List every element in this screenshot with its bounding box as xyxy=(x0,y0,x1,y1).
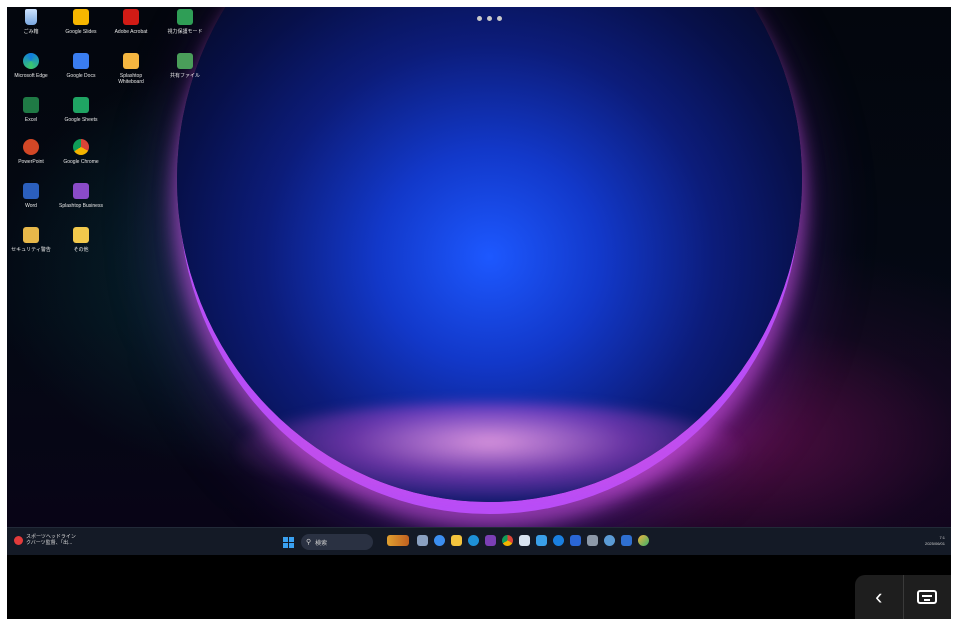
outlook-icon[interactable] xyxy=(621,535,632,546)
desktop-icon-recycle-bin[interactable]: ごみ箱 xyxy=(9,9,53,35)
desktop-icon-label: その他 xyxy=(73,247,89,253)
remote-control-bar: ‹ xyxy=(7,555,951,619)
desktop-icon-shared-file[interactable]: 共有ファイル xyxy=(163,53,207,79)
desktop-icon-google-slides[interactable]: Google Slides xyxy=(59,9,103,35)
desktop-icon-label: Google Sheets xyxy=(64,117,98,123)
clock-date: 2025/06/01 xyxy=(924,541,945,546)
desktop-icon-label: ごみ箱 xyxy=(23,29,39,35)
desktop-icon-word[interactable]: Word xyxy=(9,183,53,209)
desktop-wallpaper: ごみ箱 Google Slides Adobe Acrobat 視力保護モード … xyxy=(7,7,951,527)
desktop-icon-microsoft-edge[interactable]: Microsoft Edge xyxy=(9,53,53,79)
edge-icon[interactable] xyxy=(468,535,479,546)
taskview-icon[interactable] xyxy=(417,535,428,546)
chevron-left-icon: ‹ xyxy=(875,584,883,609)
desktop-icon-adobe-acrobat[interactable]: Adobe Acrobat xyxy=(109,9,153,35)
search-icon: ⚲ xyxy=(306,539,312,546)
adobe-acrobat-icon xyxy=(123,9,139,25)
more-options-icon[interactable] xyxy=(477,16,502,21)
app-icon[interactable] xyxy=(553,535,564,546)
powerpoint-icon xyxy=(23,139,39,155)
shared-file-icon xyxy=(177,53,193,69)
desktop-icon-powerpoint[interactable]: PowerPoint xyxy=(9,139,53,165)
taskbar-search[interactable]: ⚲ 検索 xyxy=(301,534,373,550)
desktop-icon-label: Microsoft Edge xyxy=(14,73,48,79)
widgets-icon[interactable] xyxy=(387,535,409,546)
desktop-icon-splashtop-business[interactable]: Splashtop Business xyxy=(59,183,103,209)
chrome-icon[interactable] xyxy=(502,535,513,546)
desktop-icon-label: Excel xyxy=(24,117,38,123)
desktop-icon-label: PowerPoint xyxy=(18,159,44,165)
desktop-icon-label: Google Chrome xyxy=(63,159,99,165)
desktop-icon-google-docs[interactable]: Google Docs xyxy=(59,53,103,79)
start-button[interactable] xyxy=(283,537,294,548)
vision-mode-icon xyxy=(177,9,193,25)
desktop-icon-misc-folder[interactable]: その他 xyxy=(59,227,103,253)
folder-icon xyxy=(23,227,39,243)
onenote-icon[interactable] xyxy=(485,535,496,546)
desktop-icon-label: Splashtop Whiteboard xyxy=(118,73,144,85)
google-sheets-icon xyxy=(73,97,89,113)
edge-dev-icon[interactable] xyxy=(536,535,547,546)
word-icon xyxy=(23,183,39,199)
desktop-icon-label: Splashtop Business xyxy=(59,203,103,209)
news-subline: クバーツ監督、「出... xyxy=(26,540,73,546)
desktop-icon-vision-mode[interactable]: 視力保護モード xyxy=(163,9,207,35)
keyboard-button[interactable] xyxy=(904,575,952,619)
desktop-icon-label: Google Docs xyxy=(66,73,96,79)
news-icon xyxy=(14,535,23,545)
todo-icon[interactable] xyxy=(570,535,581,546)
copilot-icon[interactable] xyxy=(434,535,445,546)
desktop-icon-label: 共有ファイル xyxy=(169,73,200,79)
excel-icon xyxy=(23,97,39,113)
desktop-icon-label: Google Slides xyxy=(65,29,97,35)
desktop-icon-label: Word xyxy=(25,203,37,209)
system-clock[interactable]: 7:1 2025/06/01 xyxy=(925,535,945,547)
desktop-icon-label: 視力保護モード xyxy=(167,29,203,35)
desktop-icon-google-sheets[interactable]: Google Sheets xyxy=(59,97,103,123)
google-slides-icon xyxy=(73,9,89,25)
file-explorer-icon[interactable] xyxy=(451,535,462,546)
folder-icon xyxy=(73,227,89,243)
splashtop-whiteboard-icon xyxy=(123,53,139,69)
settings-icon[interactable] xyxy=(587,535,598,546)
desktop-icon-label: Adobe Acrobat xyxy=(114,29,148,35)
keyboard-icon xyxy=(917,590,938,604)
search-placeholder: 検索 xyxy=(315,540,328,547)
desktop-icon-security-warning[interactable]: セキュリティ警告 xyxy=(9,227,53,253)
snipping-tool-icon[interactable] xyxy=(519,535,530,546)
wallpaper-orb-glow xyxy=(237,402,742,502)
remote-screen: ごみ箱 Google Slides Adobe Acrobat 視力保護モード … xyxy=(7,7,951,619)
back-button[interactable]: ‹ xyxy=(855,575,904,619)
news-widget[interactable]: スポーツヘッドライン クバーツ監督、「出... xyxy=(14,534,76,546)
recycle-bin-icon xyxy=(25,9,37,25)
desktop-icon-label: セキュリティ警告 xyxy=(11,247,51,253)
splashtop-business-icon xyxy=(73,183,89,199)
desktop-icon-google-chrome[interactable]: Google Chrome xyxy=(59,139,103,165)
teams-icon[interactable] xyxy=(604,535,615,546)
desktop-icon-excel[interactable]: Excel xyxy=(9,97,53,123)
microsoft-edge-icon xyxy=(23,53,39,69)
control-panel: ‹ xyxy=(855,575,951,619)
google-chrome-icon xyxy=(73,139,89,155)
taskbar: スポーツヘッドライン クバーツ監督、「出... ⚲ 検索 7:1 2025/06… xyxy=(7,527,951,556)
paint-icon[interactable] xyxy=(638,535,649,546)
google-docs-icon xyxy=(73,53,89,69)
desktop-icon-splashtop-whiteboard[interactable]: Splashtop Whiteboard xyxy=(109,53,153,85)
